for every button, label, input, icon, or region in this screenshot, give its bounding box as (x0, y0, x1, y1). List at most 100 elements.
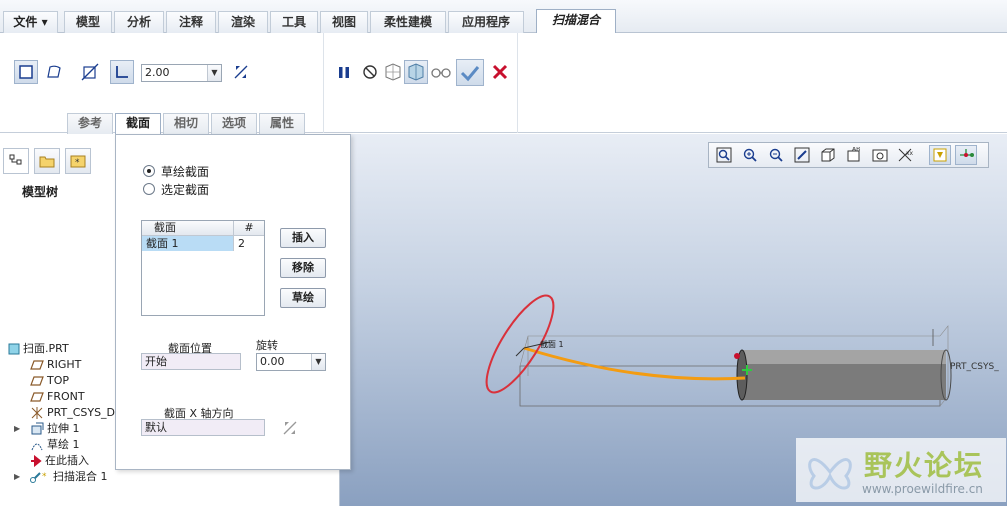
datum-plane-icon (30, 360, 44, 370)
tab-options[interactable]: 选项 (211, 113, 257, 134)
start-point-marker (734, 353, 740, 359)
tree-item-label: PRT_CSYS_D (47, 406, 116, 419)
ribbon-group-settings: 2.00 ▼ 参考 截面 相切 选项 属性 (0, 33, 324, 135)
chevron-down-icon[interactable]: ▼ (207, 65, 221, 81)
tab-tools[interactable]: 工具 (270, 11, 318, 33)
tab-view[interactable]: 视图 (320, 11, 368, 33)
watermark-brand: 野火论坛 (864, 449, 985, 482)
check-icon (460, 65, 480, 81)
model-tree-tab-icon[interactable] (3, 148, 29, 174)
solid-icon[interactable] (14, 60, 38, 84)
tree-item-swept-blend[interactable]: * 扫描混合 1 (30, 469, 108, 485)
insert-button[interactable]: 插入 (280, 228, 326, 248)
tree-item-label: TOP (47, 374, 70, 387)
tree-item-insert-here[interactable]: 在此插入 (30, 453, 89, 469)
part-icon (8, 343, 20, 355)
remove-material-icon[interactable] (78, 60, 102, 84)
tree-item-label: 在此插入 (45, 454, 89, 467)
rotation-value: 0.00 (260, 355, 285, 368)
tree-item-csys[interactable]: PRT_CSYS_D (30, 405, 115, 421)
chevron-down-icon[interactable]: ▼ (311, 354, 325, 370)
tab-analysis[interactable]: 分析 (114, 11, 164, 33)
radio-button-off[interactable] (143, 183, 155, 195)
datum-plane-icon (30, 392, 44, 402)
flip-direction-icon[interactable] (278, 416, 302, 440)
section-label: 截面 1 (540, 340, 564, 349)
tree-item-label: 拉伸 1 (47, 422, 80, 435)
tree-item-sketch[interactable]: 草绘 1 (30, 437, 80, 453)
tab-properties[interactable]: 属性 (259, 113, 305, 134)
section-location-field[interactable]: 开始 (141, 353, 241, 370)
favorites-icon[interactable]: * (65, 148, 91, 174)
verify-glasses-icon[interactable] (429, 60, 453, 84)
ribbon: 2.00 ▼ 参考 截面 相切 选项 属性 (0, 33, 1007, 135)
mesh-preview-icon[interactable] (381, 60, 405, 84)
swept-blend-icon: * (30, 472, 47, 483)
radio-selected-section[interactable]: 选定截面 (143, 181, 209, 197)
geometry-preview-icon[interactable] (404, 60, 428, 84)
csys-label: PRT_CSYS_ (950, 362, 999, 372)
watermark-url: www.proewildfire.cn (862, 482, 983, 496)
table-row[interactable]: 截面 1 2 (142, 236, 264, 251)
rotation-combo[interactable]: 0.00 ▼ (256, 353, 326, 371)
column-header-section: 截面 (142, 221, 234, 235)
extrude-icon (31, 422, 44, 435)
tab-flexible-modeling[interactable]: 柔性建模 (370, 11, 446, 33)
ribbon-group-actions (324, 33, 518, 133)
tree-item-right[interactable]: RIGHT (30, 357, 81, 373)
remove-button[interactable]: 移除 (280, 258, 326, 278)
cylinder-highlight (742, 350, 946, 364)
sweep-trajectory (523, 346, 746, 381)
radio-sketched-section[interactable]: 草绘截面 (143, 163, 209, 179)
tree-item-extrude[interactable]: 拉伸 1 (30, 421, 80, 437)
thickness-value: 2.00 (145, 66, 170, 79)
tree-item-label: RIGHT (47, 358, 82, 371)
cancel-button[interactable] (488, 60, 512, 84)
graphics-viewport[interactable]: AB xx PRT_CSYS_ 截面 1 野火论坛 www.proewildfi… (340, 134, 1007, 506)
tab-model[interactable]: 模型 (64, 11, 112, 33)
tab-applications[interactable]: 应用程序 (448, 11, 524, 33)
expand-arrow-icon[interactable]: ▶ (14, 472, 20, 481)
file-menu[interactable]: 文件 ▾ (3, 11, 58, 33)
svg-text:*: * (75, 158, 80, 168)
butterfly-logo-icon (808, 458, 852, 490)
datum-plane-icon (30, 376, 44, 386)
sketch-button[interactable]: 草绘 (280, 288, 326, 308)
column-header-number: # (244, 221, 254, 234)
thicken-icon[interactable] (110, 60, 134, 84)
tree-item-front[interactable]: FRONT (30, 389, 85, 405)
thickness-combo[interactable]: 2.00 ▼ (141, 64, 222, 82)
no-preview-icon[interactable] (358, 60, 382, 84)
tab-tangency[interactable]: 相切 (163, 113, 209, 134)
tab-references[interactable]: 参考 (67, 113, 113, 134)
surface-icon[interactable] (42, 60, 66, 84)
sketch-icon (31, 443, 43, 451)
folder-browser-icon[interactable] (34, 148, 60, 174)
sections-table[interactable]: 截面 # 截面 1 2 (141, 220, 265, 316)
pause-icon[interactable] (332, 60, 356, 84)
tree-item-label: FRONT (47, 390, 85, 403)
table-header: 截面 # (142, 221, 264, 236)
confirm-button[interactable] (456, 59, 484, 86)
radio-button-on[interactable] (143, 165, 155, 177)
tab-sections[interactable]: 截面 (115, 113, 161, 135)
tree-item-label: 扫面.PRT (23, 342, 69, 355)
tab-render[interactable]: 渲染 (218, 11, 268, 33)
model-tree-title: 模型树 (22, 185, 59, 199)
tree-item-top[interactable]: TOP (30, 373, 69, 389)
menu-bar: 文件 ▾ 模型 分析 注释 渲染 工具 视图 柔性建模 应用程序 扫描混合 (0, 0, 1007, 34)
insert-arrow-icon (31, 455, 42, 467)
tab-annotate[interactable]: 注释 (166, 11, 216, 33)
rotation-label: 旋转 (256, 339, 278, 352)
radio-label: 草绘截面 (161, 164, 210, 179)
tab-swept-blend[interactable]: 扫描混合 (536, 9, 616, 34)
svg-text:*: * (42, 472, 47, 482)
expand-arrow-icon[interactable]: ▶ (14, 424, 20, 433)
coordinate-system-icon (31, 407, 43, 419)
tree-item-label: 扫描混合 1 (53, 470, 108, 483)
watermark: 野火论坛 www.proewildfire.cn (796, 438, 1006, 502)
tree-item-part[interactable]: 扫面.PRT (8, 341, 69, 357)
section-x-axis-field[interactable]: 默认 (141, 419, 265, 436)
radio-label: 选定截面 (161, 182, 210, 197)
flip-direction-icon[interactable] (229, 60, 253, 84)
